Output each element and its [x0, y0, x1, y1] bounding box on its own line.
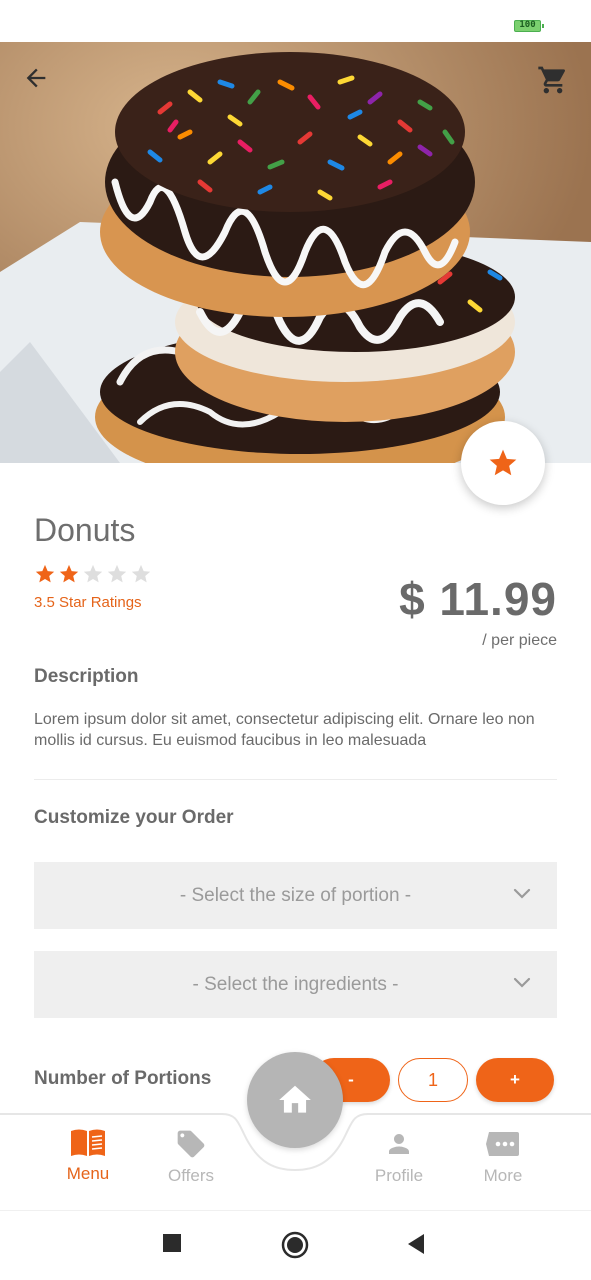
product-price: $ 11.99 [399, 573, 557, 625]
nav-offers-label: Offers [168, 1166, 214, 1185]
nav-more-label: More [483, 1166, 523, 1185]
portion-size-placeholder: - Select the size of portion - [179, 884, 412, 906]
status-bar: 100 [0, 0, 591, 42]
divider [34, 779, 557, 780]
description-title: Description [34, 666, 139, 687]
product-image [0, 42, 591, 463]
nav-offers[interactable]: Offers [151, 1128, 231, 1186]
person-icon [389, 1134, 409, 1154]
star-icon [489, 449, 517, 476]
rating-text: 3.5 Star Ratings [34, 594, 142, 611]
triangle-back-icon [408, 1234, 424, 1254]
nav-menu[interactable]: Menu [48, 1128, 128, 1184]
cart-icon [538, 66, 566, 94]
recents-button[interactable] [162, 1233, 182, 1253]
increase-quantity-button[interactable]: + [476, 1058, 554, 1102]
star-rating [34, 563, 152, 585]
ingredients-placeholder: - Select the ingredients - [192, 973, 399, 995]
battery-indicator: 100 [514, 20, 544, 32]
circle-icon [281, 1231, 309, 1259]
star-empty-icon [83, 564, 103, 583]
tag-icon [177, 1130, 205, 1158]
home-button[interactable] [247, 1052, 343, 1148]
star-empty-icon [131, 564, 151, 583]
chevron-down-icon [513, 888, 531, 899]
product-name: Donuts [34, 512, 136, 548]
chevron-down-icon [513, 977, 531, 988]
nav-more[interactable]: More [463, 1128, 543, 1186]
star-empty-icon [107, 564, 127, 583]
system-back-button[interactable] [406, 1233, 426, 1255]
nav-menu-label: Menu [66, 1164, 110, 1183]
price-unit: / per piece [482, 632, 557, 649]
donut-illustration [0, 42, 591, 463]
ingredients-select[interactable]: - Select the ingredients - [34, 951, 557, 1018]
back-button[interactable] [22, 64, 62, 104]
customize-title: Customize your Order [34, 807, 234, 828]
star-filled-icon [35, 564, 55, 583]
book-icon [71, 1129, 105, 1156]
home-icon [279, 1085, 311, 1113]
arrow-left-icon [26, 68, 46, 88]
nav-profile[interactable]: Profile [359, 1128, 439, 1186]
system-home-button[interactable] [281, 1231, 309, 1259]
portion-size-select[interactable]: - Select the size of portion - [34, 862, 557, 929]
description-text: Lorem ipsum dolor sit amet, consectetur … [34, 711, 535, 749]
favorite-button[interactable] [461, 421, 545, 505]
more-icon [486, 1132, 519, 1156]
quantity-value[interactable]: 1 [398, 1058, 468, 1102]
portions-title: Number of Portions [34, 1068, 212, 1089]
nav-profile-label: Profile [374, 1166, 424, 1185]
cart-button[interactable] [537, 64, 577, 104]
square-icon [163, 1234, 181, 1252]
system-navigation-bar [0, 1210, 591, 1280]
star-filled-icon [59, 564, 79, 583]
